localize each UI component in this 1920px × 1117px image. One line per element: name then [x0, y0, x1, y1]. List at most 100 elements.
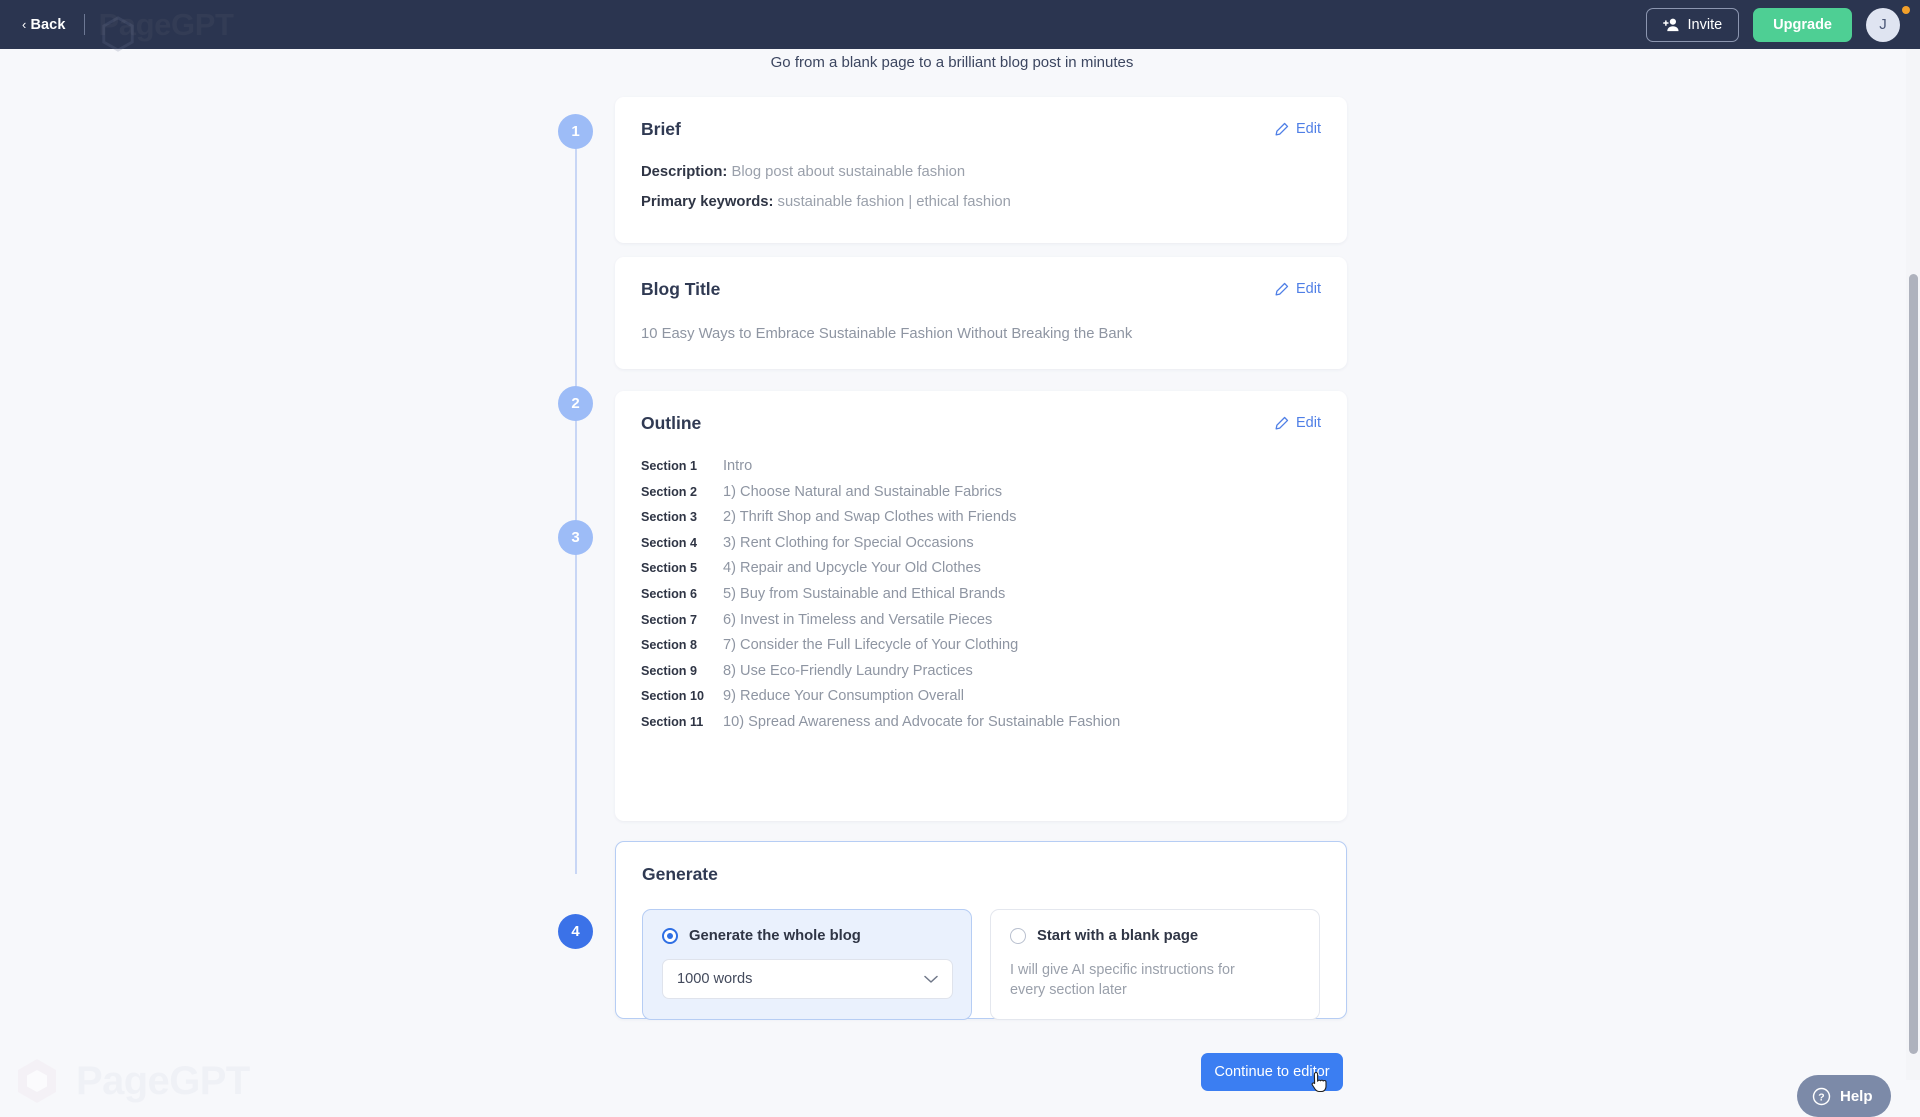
pencil-icon [1274, 416, 1289, 431]
step-indicator: 1 2 3 4 [558, 114, 594, 874]
word-count-select[interactable]: 1000 words [662, 959, 953, 999]
help-widget-label: Help [1840, 1088, 1873, 1105]
radio-start-blank-page[interactable] [1010, 928, 1026, 944]
outline-row: Section 1Intro [641, 458, 1321, 484]
outline-section-label: Section 1 [641, 459, 711, 473]
continue-to-editor-button[interactable]: Continue to editor [1201, 1053, 1343, 1091]
outline-section-label: Section 6 [641, 587, 711, 601]
generate-card: Generate Generate the whole blog 1000 wo… [615, 841, 1347, 1019]
hexagon-logo-icon [12, 1056, 62, 1106]
edit-outline-button[interactable]: Edit [1274, 415, 1321, 431]
outline-row: Section 98) Use Eco-Friendly Laundry Pra… [641, 663, 1321, 689]
generate-card-body: Generate the whole blog 1000 words Start… [616, 909, 1346, 1046]
hexagon-logo-icon [99, 15, 137, 53]
outline-section-text: 1) Choose Natural and Sustainable Fabric… [711, 484, 1002, 500]
generate-whole-blog-option[interactable]: Generate the whole blog 1000 words [642, 909, 972, 1020]
blog-title-card-header: Blog Title Edit [615, 257, 1347, 300]
outline-row: Section 65) Buy from Sustainable and Eth… [641, 586, 1321, 612]
outline-section-text: 7) Consider the Full Lifecycle of Your C… [711, 637, 1018, 653]
outline-card-body: Section 1IntroSection 21) Choose Natural… [615, 458, 1347, 766]
blog-title-card-body: 10 Easy Ways to Embrace Sustainable Fash… [615, 326, 1347, 368]
outline-section-text: 6) Invest in Timeless and Versatile Piec… [711, 612, 992, 628]
watermark-text: PageGPT [76, 1059, 250, 1104]
blog-title-value: 10 Easy Ways to Embrace Sustainable Fash… [641, 326, 1321, 342]
brand-watermark-logo: PageGPT [85, 7, 234, 43]
help-widget-button[interactable]: ? Help [1797, 1075, 1891, 1117]
top-nav-actions: Invite Upgrade J [1646, 8, 1920, 42]
outline-section-text: 8) Use Eco-Friendly Laundry Practices [711, 663, 973, 679]
outline-section-text: 10) Spread Awareness and Advocate for Su… [711, 714, 1120, 730]
brief-description-label: Description: [641, 164, 727, 180]
invite-button-label: Invite [1688, 17, 1723, 33]
outline-row: Section 76) Invest in Timeless and Versa… [641, 612, 1321, 638]
invite-button[interactable]: Invite [1646, 8, 1740, 42]
outline-section-label: Section 7 [641, 613, 711, 627]
vertical-scrollbar-thumb[interactable] [1909, 274, 1918, 1054]
brief-description-value: Blog post about sustainable fashion [731, 164, 965, 180]
outline-row: Section 1110) Spread Awareness and Advoc… [641, 714, 1321, 740]
brief-keywords-row: Primary keywords: sustainable fashion | … [641, 192, 1321, 213]
outline-section-label: Section 9 [641, 664, 711, 678]
background-watermark: PageGPT [12, 1056, 250, 1106]
edit-brief-button[interactable]: Edit [1274, 121, 1321, 137]
outline-section-label: Section 11 [641, 715, 711, 729]
outline-card-header: Outline Edit [615, 391, 1347, 434]
start-blank-page-option[interactable]: Start with a blank page I will give AI s… [990, 909, 1320, 1020]
brief-description-row: Description: Blog post about sustainable… [641, 162, 1321, 183]
outline-section-label: Section 5 [641, 561, 711, 575]
chevron-left-icon: ‹ [22, 18, 26, 31]
top-navigation-bar: ‹ Back PageGPT Invite Upgrade J [0, 0, 1920, 49]
start-blank-page-description: I will give AI specific instructions for… [1010, 960, 1270, 1001]
outline-row: Section 109) Reduce Your Consumption Ove… [641, 688, 1321, 714]
radio-generate-whole-blog[interactable] [662, 928, 678, 944]
step-indicator-1: 1 [558, 114, 593, 149]
question-mark-circle-icon: ? [1812, 1087, 1831, 1106]
brief-card-title: Brief [641, 119, 681, 140]
brief-keywords-label: Primary keywords: [641, 194, 773, 210]
add-person-icon [1663, 17, 1680, 32]
outline-row: Section 43) Rent Clothing for Special Oc… [641, 535, 1321, 561]
generate-whole-blog-label: Generate the whole blog [689, 928, 861, 944]
avatar[interactable]: J [1866, 8, 1900, 42]
outline-section-label: Section 8 [641, 638, 711, 652]
outline-section-text: Intro [711, 458, 752, 474]
edit-outline-label: Edit [1296, 415, 1321, 431]
outline-row: Section 87) Consider the Full Lifecycle … [641, 637, 1321, 663]
outline-section-list: Section 1IntroSection 21) Choose Natural… [641, 458, 1321, 740]
edit-brief-label: Edit [1296, 121, 1321, 137]
svg-text:?: ? [1818, 1092, 1824, 1103]
step-connector-line [575, 136, 577, 874]
outline-section-text: 5) Buy from Sustainable and Ethical Bran… [711, 586, 1005, 602]
outline-section-text: 9) Reduce Your Consumption Overall [711, 688, 964, 704]
generate-whole-blog-header: Generate the whole blog [662, 928, 953, 944]
chevron-down-icon [924, 975, 938, 984]
outline-section-label: Section 3 [641, 510, 711, 524]
upgrade-button[interactable]: Upgrade [1753, 8, 1852, 42]
edit-blog-title-button[interactable]: Edit [1274, 281, 1321, 297]
outline-row: Section 32) Thrift Shop and Swap Clothes… [641, 509, 1321, 535]
brief-keywords-value: sustainable fashion | ethical fashion [778, 194, 1011, 210]
outline-row: Section 54) Repair and Upcycle Your Old … [641, 560, 1321, 586]
generate-card-title: Generate [642, 864, 718, 885]
page-tagline: Go from a blank page to a brilliant blog… [0, 49, 1920, 71]
start-blank-page-header: Start with a blank page [1010, 928, 1301, 944]
step-indicator-3: 3 [558, 520, 593, 555]
generate-options: Generate the whole blog 1000 words Start… [642, 909, 1320, 1020]
outline-section-label: Section 10 [641, 689, 711, 703]
brief-card: Brief Edit Description: Blog post about … [615, 97, 1347, 243]
vertical-scrollbar-track[interactable] [1906, 49, 1920, 1080]
back-button[interactable]: ‹ Back [22, 17, 66, 33]
blog-title-card: Blog Title Edit 10 Easy Ways to Embrace … [615, 257, 1347, 369]
outline-section-label: Section 2 [641, 485, 711, 499]
notification-dot-icon [1902, 6, 1910, 14]
start-blank-page-label: Start with a blank page [1037, 928, 1198, 944]
brief-card-header: Brief Edit [615, 97, 1347, 140]
brief-card-body: Description: Blog post about sustainable… [615, 162, 1347, 238]
outline-section-text: 2) Thrift Shop and Swap Clothes with Fri… [711, 509, 1016, 525]
step-indicator-4: 4 [558, 914, 593, 949]
step-indicator-2: 2 [558, 386, 593, 421]
pencil-icon [1274, 122, 1289, 137]
blog-title-card-title: Blog Title [641, 279, 720, 300]
word-count-value: 1000 words [677, 971, 752, 987]
edit-blog-title-label: Edit [1296, 281, 1321, 297]
